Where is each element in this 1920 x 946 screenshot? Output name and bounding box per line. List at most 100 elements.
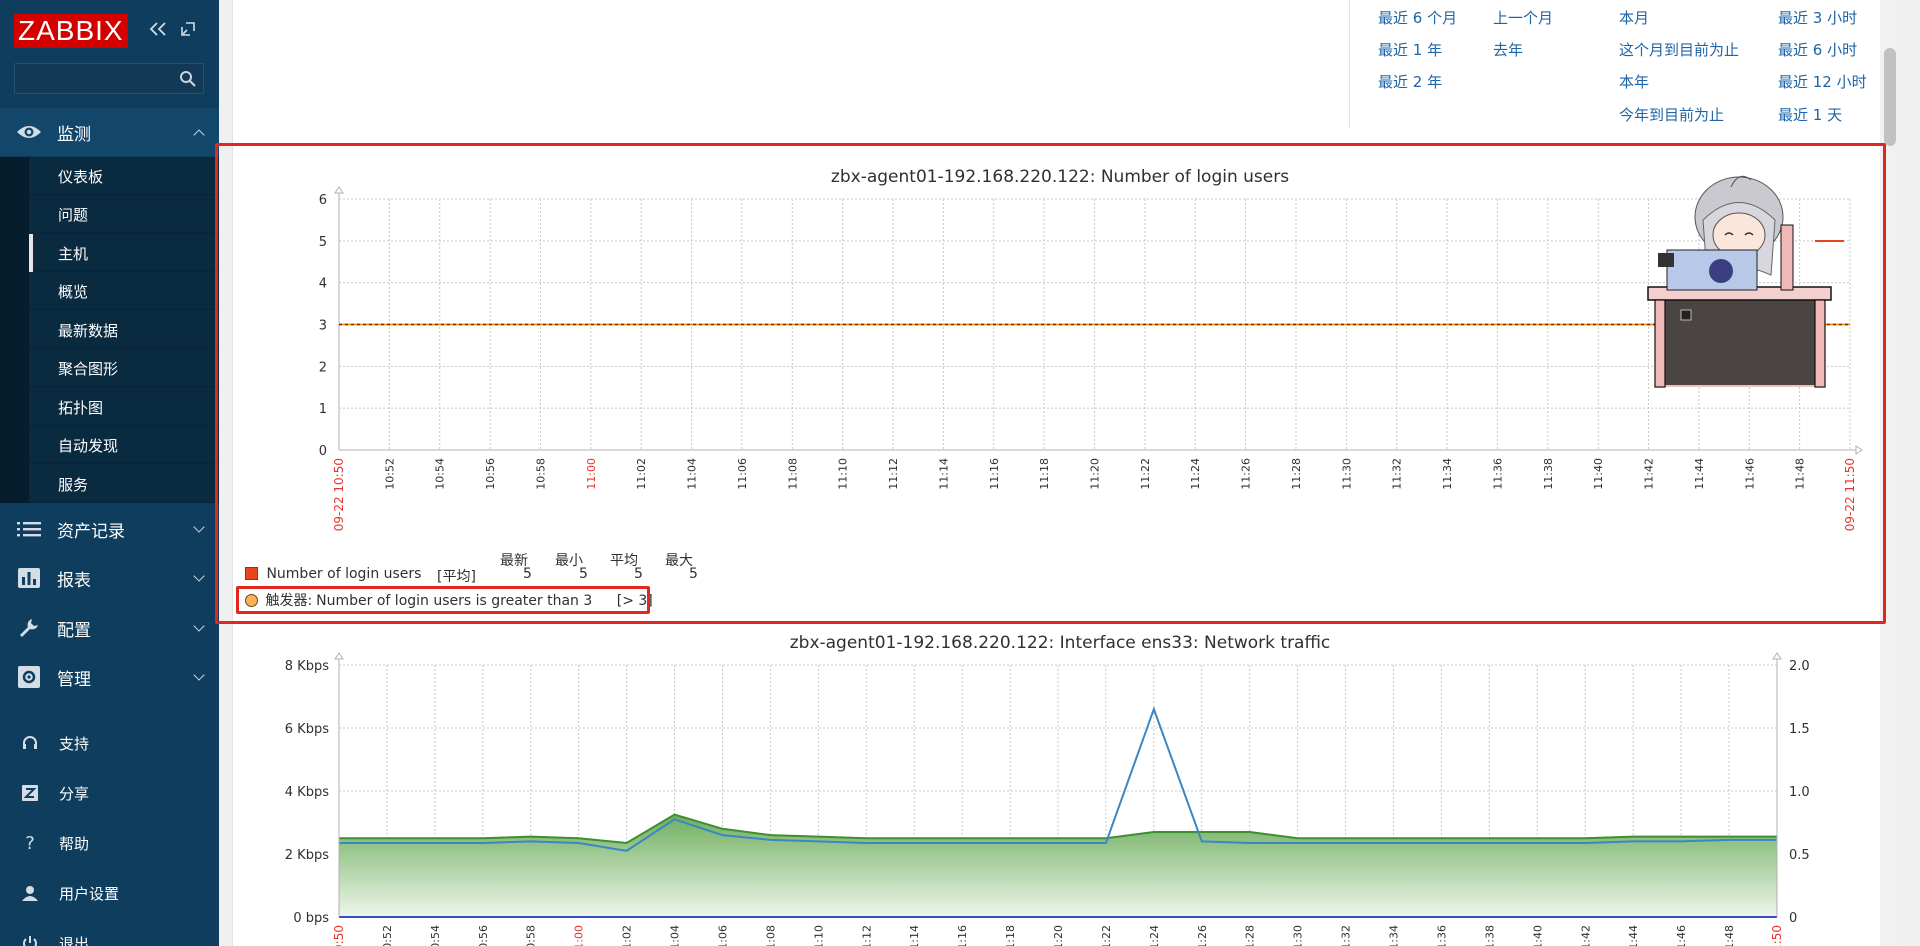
chevron-down-icon bbox=[193, 669, 205, 681]
share-icon bbox=[20, 785, 40, 801]
submenu-latest-data[interactable]: 最新数据 bbox=[29, 311, 219, 349]
submenu-services[interactable]: 服务 bbox=[29, 465, 219, 503]
chart2-xtick: 11:00 bbox=[573, 925, 586, 946]
chart2-xtick: 11:18 bbox=[1004, 925, 1017, 946]
submenu-latest-data-label: 最新数据 bbox=[58, 322, 119, 340]
chevron-down-icon bbox=[193, 620, 205, 632]
chart2-ytick-right: 0 bbox=[1789, 911, 1797, 926]
chart2-xtick: 11:26 bbox=[1196, 925, 1209, 946]
submenu-overview[interactable]: 概览 bbox=[29, 272, 219, 310]
headset-icon bbox=[20, 735, 40, 751]
chart2-xtick: 10:58 bbox=[525, 925, 538, 946]
share-link[interactable]: 分享 bbox=[0, 771, 219, 815]
chart2-xstart-label: 10:50 bbox=[332, 925, 346, 946]
share-label: 分享 bbox=[59, 784, 90, 803]
nav-configuration-label: 配置 bbox=[57, 620, 91, 641]
logout-link[interactable]: 退出 bbox=[0, 921, 219, 946]
submenu-problems[interactable]: 问题 bbox=[29, 195, 219, 233]
submenu-maps-label: 拓扑图 bbox=[58, 399, 104, 417]
highlight-chart1 bbox=[215, 143, 1886, 624]
chart2-xtick: 11:22 bbox=[1100, 925, 1113, 946]
logo[interactable]: ZABBIX bbox=[14, 14, 128, 48]
chart2-xtick: 11:06 bbox=[716, 925, 729, 946]
chart2-xtick: 11:02 bbox=[621, 925, 634, 946]
chart2-xtick: 11:46 bbox=[1675, 925, 1688, 946]
chart2-xtick: 11:38 bbox=[1483, 925, 1496, 946]
nav-configuration[interactable]: 配置 bbox=[0, 604, 219, 652]
chart2-xtick: 11:48 bbox=[1723, 925, 1736, 946]
monitoring-submenu: 仪表板 问题 主机 概览 最新数据 聚合图形 拓扑图 自动发现 服务 bbox=[0, 157, 219, 503]
submenu-hosts[interactable]: 主机 bbox=[29, 234, 219, 272]
zabbix-logo[interactable]: ZABBIX bbox=[14, 14, 128, 48]
bar-chart-icon bbox=[14, 568, 44, 588]
logout-label: 退出 bbox=[59, 934, 90, 946]
user-icon bbox=[20, 885, 40, 901]
chart2-ytick-left: 8 Kbps bbox=[285, 659, 329, 674]
submenu-hosts-label: 主机 bbox=[58, 245, 89, 263]
nav-reports[interactable]: 报表 bbox=[0, 554, 219, 602]
submenu-discovery[interactable]: 自动发现 bbox=[29, 426, 219, 464]
nav-monitoring-label: 监测 bbox=[57, 124, 91, 145]
submenu-dashboard[interactable]: 仪表板 bbox=[29, 157, 219, 195]
user-settings-label: 用户设置 bbox=[59, 884, 120, 903]
chart2-xtick: 10:52 bbox=[381, 925, 394, 946]
nav-inventory[interactable]: 资产记录 bbox=[0, 505, 219, 553]
chart2-xtick: 10:56 bbox=[477, 925, 490, 946]
chart2-ytick-left: 4 Kbps bbox=[285, 785, 329, 800]
eye-icon bbox=[14, 123, 44, 141]
collapse-sidebar-icon[interactable] bbox=[147, 17, 169, 41]
nav-monitoring[interactable]: 监测 bbox=[0, 108, 219, 156]
sidebar: ZABBIX 监测 仪表板 问题 主机 概览 最新数据 聚合图形 拓扑图 自动发… bbox=[0, 0, 219, 946]
submenu-discovery-label: 自动发现 bbox=[58, 437, 119, 455]
chart2-xtick: 11:24 bbox=[1148, 925, 1161, 946]
power-icon bbox=[20, 935, 40, 946]
chart2-y-arrow-left bbox=[334, 652, 344, 660]
chart2-xtick: 11:08 bbox=[764, 925, 777, 946]
chart2-xtick: 11:40 bbox=[1531, 925, 1544, 946]
chart2-xend-label: 11:50 bbox=[1770, 925, 1784, 946]
nav-reports-label: 报表 bbox=[57, 570, 91, 591]
chart2-xtick: 11:10 bbox=[812, 925, 825, 946]
help-icon: ? bbox=[25, 832, 35, 854]
chart2-xtick: 11:04 bbox=[669, 925, 682, 946]
chevron-down-icon bbox=[193, 521, 205, 533]
chart2-xtick: 11:32 bbox=[1340, 925, 1353, 946]
help-link[interactable]: ? 帮助 bbox=[0, 821, 219, 865]
chart2-ytick-left: 0 bps bbox=[293, 911, 329, 926]
chart2-ytick-left: 2 Kbps bbox=[285, 848, 329, 863]
nav-administration-label: 管理 bbox=[57, 669, 91, 690]
submenu-dashboard-label: 仪表板 bbox=[58, 168, 104, 186]
gear-icon bbox=[14, 666, 44, 688]
search-icon[interactable] bbox=[179, 70, 197, 88]
support-link[interactable]: 支持 bbox=[0, 721, 219, 765]
chart2-ytick-left: 6 Kbps bbox=[285, 722, 329, 737]
user-settings-link[interactable]: 用户设置 bbox=[0, 871, 219, 915]
chart2-xtick: 11:16 bbox=[956, 925, 969, 946]
chart2-xtick: 11:14 bbox=[908, 925, 921, 946]
highlight-trigger bbox=[236, 586, 650, 614]
wrench-icon bbox=[14, 617, 44, 639]
chart2-ytick-right: 1.5 bbox=[1789, 722, 1810, 737]
chart2-y-arrow-right bbox=[1772, 652, 1782, 660]
chart2-ytick-right: 0.5 bbox=[1789, 848, 1810, 863]
nav-administration[interactable]: 管理 bbox=[0, 653, 219, 701]
submenu-overview-label: 概览 bbox=[58, 283, 89, 301]
chart2-ytick-right: 1.0 bbox=[1789, 785, 1810, 800]
chart2-xtick: 11:30 bbox=[1292, 925, 1305, 946]
chart2-xtick: 11:44 bbox=[1627, 925, 1640, 946]
chevron-down-icon bbox=[193, 570, 205, 582]
submenu-screens[interactable]: 聚合图形 bbox=[29, 349, 219, 387]
nav-inventory-label: 资产记录 bbox=[57, 521, 125, 542]
chart2-xtick: 11:36 bbox=[1435, 925, 1448, 946]
support-label: 支持 bbox=[59, 734, 90, 753]
kiosk-mode-icon[interactable] bbox=[177, 17, 199, 41]
chart2-xtick: 11:42 bbox=[1579, 925, 1592, 946]
search-input[interactable] bbox=[14, 63, 204, 94]
chart2-ytick-right: 2.0 bbox=[1789, 659, 1810, 674]
chart2-xtick: 11:12 bbox=[860, 925, 873, 946]
submenu-screens-label: 聚合图形 bbox=[58, 360, 119, 378]
submenu-maps[interactable]: 拓扑图 bbox=[29, 388, 219, 426]
chart2-xtick: 11:34 bbox=[1388, 925, 1401, 946]
submenu-problems-label: 问题 bbox=[58, 206, 89, 224]
chevron-up-icon bbox=[193, 129, 205, 141]
